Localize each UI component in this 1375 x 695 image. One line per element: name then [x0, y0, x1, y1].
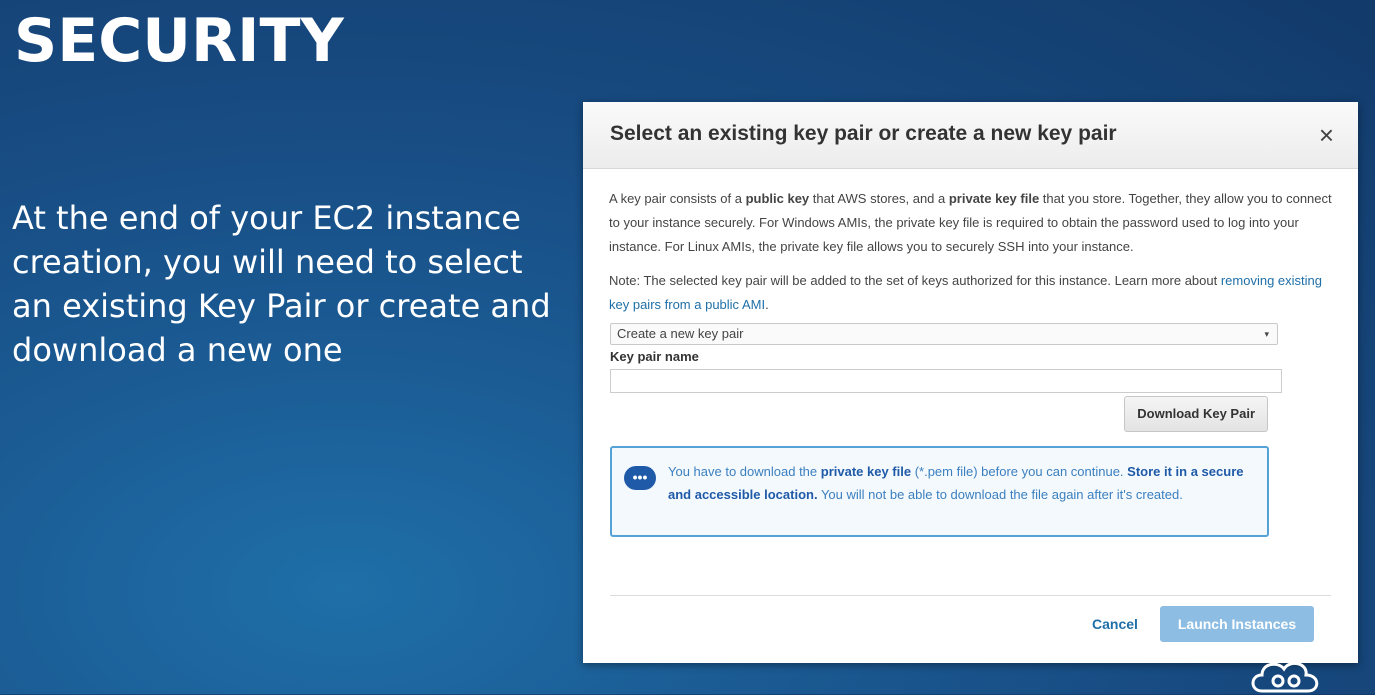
- info-alert: ••• You have to download the private key…: [610, 446, 1269, 537]
- key-pair-option-select[interactable]: Create a new key pair ▾: [610, 323, 1278, 345]
- chat-bubble-icon: •••: [624, 466, 656, 490]
- key-pair-name-input[interactable]: [610, 369, 1282, 393]
- launch-instances-button[interactable]: Launch Instances: [1160, 606, 1314, 642]
- slide-title: SECURITY: [14, 6, 344, 76]
- description-part: that AWS stores, and a: [809, 191, 949, 206]
- info-bold: private key file: [820, 464, 912, 479]
- download-key-pair-button[interactable]: Download Key Pair: [1124, 396, 1268, 432]
- note-text: Note: The selected key pair will be adde…: [609, 269, 1332, 317]
- info-part: You have to download the: [668, 464, 821, 479]
- key-pair-form: Create a new key pair ▾ Key pair name Do…: [610, 323, 1282, 432]
- cloud-logo-icon: [1251, 661, 1319, 693]
- description-text: A key pair consists of a public key that…: [609, 187, 1332, 259]
- key-pair-name-label: Key pair name: [610, 349, 699, 364]
- note-suffix: .: [765, 297, 769, 312]
- description-bold: private key file: [948, 191, 1040, 206]
- cancel-button[interactable]: Cancel: [1092, 614, 1138, 634]
- select-value: Create a new key pair: [617, 326, 744, 341]
- key-pair-dialog: Select an existing key pair or create a …: [583, 102, 1358, 663]
- footer-divider: [610, 595, 1331, 596]
- note-part: Note: The selected key pair will be adde…: [609, 273, 1221, 288]
- dialog-content: A key pair consists of a public key that…: [583, 169, 1358, 317]
- download-row: Download Key Pair: [610, 396, 1278, 432]
- dialog-title: Select an existing key pair or create a …: [610, 122, 1117, 145]
- description-bold: public key: [745, 191, 810, 206]
- chevron-down-icon: ▾: [1264, 329, 1269, 339]
- info-part: (*.pem file) before you can continue.: [911, 464, 1128, 479]
- info-part: You will not be able to download the fil…: [817, 487, 1183, 502]
- info-alert-text: You have to download the private key fil…: [668, 460, 1255, 506]
- close-icon[interactable]: ×: [1319, 120, 1334, 150]
- dialog-header: Select an existing key pair or create a …: [583, 102, 1358, 169]
- description-part: A key pair consists of a: [609, 191, 746, 206]
- slide-body-text: At the end of your EC2 instance creation…: [12, 199, 551, 369]
